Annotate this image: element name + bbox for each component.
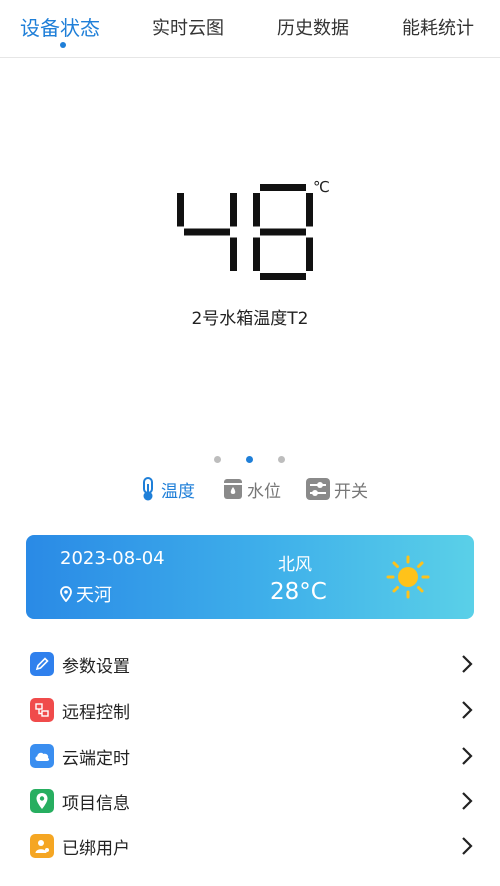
menu-item-project-info[interactable]: 项目信息 — [30, 782, 480, 820]
switch-temperature-label: 温度 — [161, 481, 195, 502]
menu-item-label: 云端定时 — [62, 748, 130, 769]
page-dot-2[interactable] — [246, 456, 253, 463]
tab-bar: 设备状态 实时云图 历史数据 能耗统计 — [0, 0, 500, 58]
display-segment — [177, 193, 184, 227]
weather-wind: 北风 — [278, 555, 312, 575]
display-segment — [253, 193, 260, 227]
tab-realtime-cloud[interactable]: 实时云图 — [152, 14, 224, 40]
tab-device-status[interactable]: 设备状态 — [20, 12, 100, 41]
chevron-right-icon — [462, 747, 473, 765]
display-segment — [306, 237, 313, 271]
weather-date: 2023-08-04 — [60, 548, 165, 569]
menu-item-parameter-settings[interactable]: 参数设置 — [30, 645, 480, 683]
tab-history-data[interactable]: 历史数据 — [277, 14, 349, 40]
menu-item-label: 项目信息 — [62, 793, 130, 814]
user-icon — [30, 834, 54, 858]
switch-toggle[interactable]: 开关 — [305, 474, 368, 504]
chevron-right-icon — [462, 837, 473, 855]
tab-active-indicator — [60, 42, 66, 48]
menu-item-label: 远程控制 — [62, 702, 130, 723]
menu-item-label: 已绑用户 — [62, 838, 130, 859]
switch-water-level[interactable]: 水位 — [222, 474, 281, 504]
sensor-caption: 2号水箱温度T2 — [191, 309, 309, 329]
switch-water-level-label: 水位 — [247, 481, 281, 502]
switch-icon — [306, 478, 330, 500]
display-segment — [260, 228, 306, 236]
location-pin-icon — [60, 586, 72, 602]
display-segment — [253, 237, 260, 271]
display-segment — [260, 273, 306, 280]
weather-location: 天河 — [60, 581, 112, 607]
tab-energy-stats[interactable]: 能耗统计 — [402, 14, 474, 40]
display-segment — [230, 193, 237, 227]
display-segment — [260, 184, 306, 191]
display-segment — [230, 237, 237, 271]
switch-temperature[interactable]: 温度 — [138, 474, 195, 504]
page-indicator — [0, 455, 500, 465]
switch-toggle-label: 开关 — [334, 481, 368, 502]
menu-item-label: 参数设置 — [62, 656, 130, 677]
page-dot-1[interactable] — [214, 456, 221, 463]
page-dot-3[interactable] — [278, 456, 285, 463]
display-segment — [184, 228, 230, 236]
temperature-unit: ℃ — [313, 178, 330, 196]
tank-icon — [224, 479, 242, 499]
cloud-icon — [30, 744, 54, 768]
weather-temperature: 28°C — [270, 579, 327, 605]
weather-card: 2023-08-04 天河 北风 28°C — [26, 535, 474, 619]
temperature-display — [177, 184, 313, 280]
thermometer-icon — [143, 477, 153, 501]
menu-item-bound-users[interactable]: 已绑用户 — [30, 827, 480, 865]
chevron-right-icon — [462, 792, 473, 810]
display-segment — [306, 193, 313, 227]
remote-control-icon — [30, 698, 54, 722]
edit-icon — [30, 652, 54, 676]
chevron-right-icon — [462, 655, 473, 673]
chevron-right-icon — [462, 701, 473, 719]
location-icon — [30, 789, 54, 813]
menu-item-remote-control[interactable]: 远程控制 — [30, 691, 480, 729]
sun-icon — [386, 555, 430, 599]
weather-location-label: 天河 — [76, 585, 112, 606]
menu-item-cloud-timer[interactable]: 云端定时 — [30, 737, 480, 775]
